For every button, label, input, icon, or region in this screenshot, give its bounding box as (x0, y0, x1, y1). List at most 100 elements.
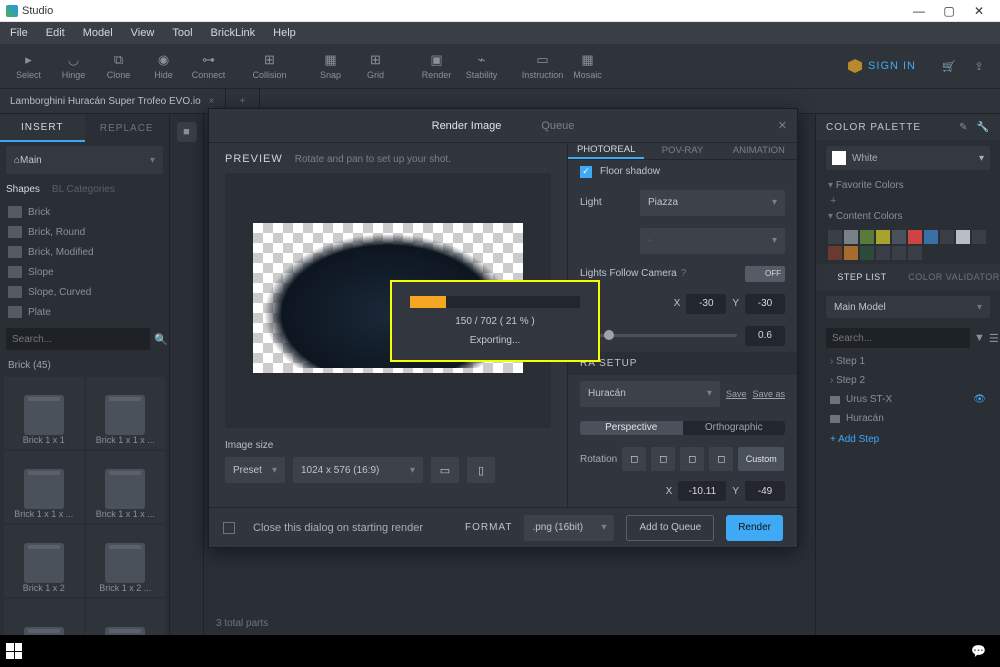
tool-mosaic[interactable]: ▦Mosaic (565, 52, 610, 80)
menu-bricklink[interactable]: BrickLink (211, 27, 256, 39)
tool-select[interactable]: ▸Select (6, 52, 51, 80)
color-swatch[interactable] (908, 246, 922, 260)
color-swatch[interactable] (828, 230, 842, 244)
part-item[interactable] (4, 599, 84, 635)
opacity-slider[interactable] (596, 334, 737, 337)
tool-instruction[interactable]: ▭Instruction (520, 52, 565, 80)
rotation-preset-2[interactable]: ◻ (651, 447, 675, 471)
part-item[interactable]: Brick 1 x 2 ... (86, 525, 166, 597)
close-on-render-checkbox[interactable] (223, 522, 235, 534)
light-x-input[interactable] (686, 294, 726, 314)
stab-photoreal[interactable]: PHOTOREAL (568, 143, 644, 159)
part-item[interactable]: Brick 1 x 1 x ... (86, 451, 166, 523)
dimensions-select[interactable]: 1024 x 576 (16:9)▾ (293, 457, 423, 483)
shape-slope[interactable]: Slope (0, 262, 169, 282)
viewport-camera-button[interactable]: ■ (177, 122, 197, 142)
tab-insert[interactable]: INSERT (0, 114, 85, 142)
lights-follow-toggle[interactable]: OFF (745, 266, 785, 282)
close-tab-icon[interactable]: × (209, 96, 215, 107)
light-sub-select[interactable]: -▾ (640, 228, 785, 254)
color-swatch[interactable] (828, 246, 842, 260)
color-swatch[interactable] (844, 230, 858, 244)
step-item[interactable]: Step 1 (816, 352, 1000, 371)
step-folder[interactable]: Huracán (816, 409, 1000, 428)
part-item[interactable]: Brick 1 x 2 (4, 525, 84, 597)
camera-saveas-link[interactable]: Save as (752, 389, 785, 399)
part-item[interactable]: Brick 1 x 1 (4, 377, 84, 449)
doc-tab[interactable]: Lamborghini Huracán Super Trofeo EVO.io× (0, 89, 226, 113)
sign-in-button[interactable]: SIGN IN (848, 59, 916, 73)
tool-connect[interactable]: ⊶Connect (186, 52, 231, 80)
cat-bl[interactable]: BL Categories (52, 184, 115, 195)
menu-view[interactable]: View (131, 27, 155, 39)
cart-icon[interactable]: 🛒 (940, 60, 958, 73)
search-icon[interactable]: 🔍 (154, 331, 168, 347)
color-swatch[interactable] (892, 246, 906, 260)
filter-icon[interactable]: ▼ (974, 330, 985, 346)
close-window-button[interactable]: ✕ (964, 4, 994, 18)
orientation-portrait-button[interactable]: ▯ (467, 457, 495, 483)
rotation-custom-button[interactable]: Custom (738, 447, 784, 471)
visibility-icon[interactable]: 👁 (973, 394, 986, 405)
color-swatch[interactable] (876, 246, 890, 260)
tool-hinge[interactable]: ◡Hinge (51, 52, 96, 80)
part-item[interactable]: Brick 1 x 1 x ... (4, 451, 84, 523)
maximize-button[interactable]: ▢ (934, 4, 964, 18)
color-swatch[interactable] (860, 246, 874, 260)
part-item[interactable]: Brick 1 x 1 x ... (86, 377, 166, 449)
tool-snap[interactable]: ▦Snap (308, 52, 353, 80)
dlg-tab-queue[interactable]: Queue (541, 120, 574, 132)
tool-collision[interactable]: ⊞Collision (247, 52, 292, 80)
floor-shadow-checkbox[interactable]: ✓ (580, 166, 592, 178)
shape-brick-round[interactable]: Brick, Round (0, 222, 169, 242)
color-swatch[interactable] (956, 230, 970, 244)
tab-step-list[interactable]: STEP LIST (816, 264, 908, 290)
rotation-preset-3[interactable]: ◻ (680, 447, 704, 471)
eyedropper-icon[interactable]: ✎ (959, 122, 968, 133)
color-swatch[interactable] (844, 246, 858, 260)
rotation-x-input[interactable] (678, 481, 726, 501)
menu-help[interactable]: Help (273, 27, 296, 39)
cat-shapes[interactable]: Shapes (6, 184, 40, 195)
color-swatch[interactable] (860, 230, 874, 244)
tool-clone[interactable]: ⧉Clone (96, 52, 141, 80)
color-swatch[interactable] (940, 230, 954, 244)
upload-icon[interactable]: ⇪ (970, 60, 988, 73)
tab-color-validator[interactable]: COLOR VALIDATOR (908, 264, 1000, 290)
tab-replace[interactable]: REPLACE (85, 114, 170, 142)
color-swatch[interactable] (908, 230, 922, 244)
sort-icon[interactable]: ☰ (989, 330, 999, 346)
render-button[interactable]: Render (726, 515, 783, 541)
shape-brick-modified[interactable]: Brick, Modified (0, 242, 169, 262)
orthographic-button[interactable]: Orthographic (683, 421, 786, 435)
camera-save-link[interactable]: Save (726, 389, 747, 399)
preset-select[interactable]: Preset▾ (225, 457, 285, 483)
color-swatch[interactable] (892, 230, 906, 244)
perspective-button[interactable]: Perspective (580, 421, 683, 435)
add-favorite-button[interactable]: + (816, 195, 1000, 207)
part-item[interactable] (86, 599, 166, 635)
step-search-input[interactable] (826, 328, 970, 348)
color-swatch[interactable] (924, 230, 938, 244)
start-button[interactable] (6, 643, 22, 659)
shape-plate[interactable]: Plate (0, 302, 169, 322)
model-select[interactable]: Main Model▾ (826, 296, 990, 318)
dlg-tab-render[interactable]: Render Image (432, 120, 502, 132)
menu-tool[interactable]: Tool (172, 27, 192, 39)
color-swatch[interactable] (972, 230, 986, 244)
tool-render[interactable]: ▣Render (414, 52, 459, 80)
content-colors-section[interactable]: Content Colors (816, 207, 1000, 226)
light-y-input[interactable] (745, 294, 785, 314)
rotation-y-input[interactable] (745, 481, 785, 501)
step-item[interactable]: Step 2 (816, 371, 1000, 390)
dialog-close-button[interactable]: ✕ (778, 119, 787, 132)
menu-file[interactable]: File (10, 27, 28, 39)
orientation-landscape-button[interactable]: ▭ (431, 457, 459, 483)
camera-select[interactable]: Huracán▾ (580, 381, 720, 407)
light-select[interactable]: Piazza▾ (640, 190, 785, 216)
wrench-icon[interactable]: 🔧 (977, 122, 990, 133)
part-search-input[interactable] (6, 328, 150, 350)
opacity-input[interactable] (745, 326, 785, 346)
minimize-button[interactable]: — (904, 4, 934, 18)
step-folder[interactable]: Urus ST-X👁 (816, 390, 1000, 409)
